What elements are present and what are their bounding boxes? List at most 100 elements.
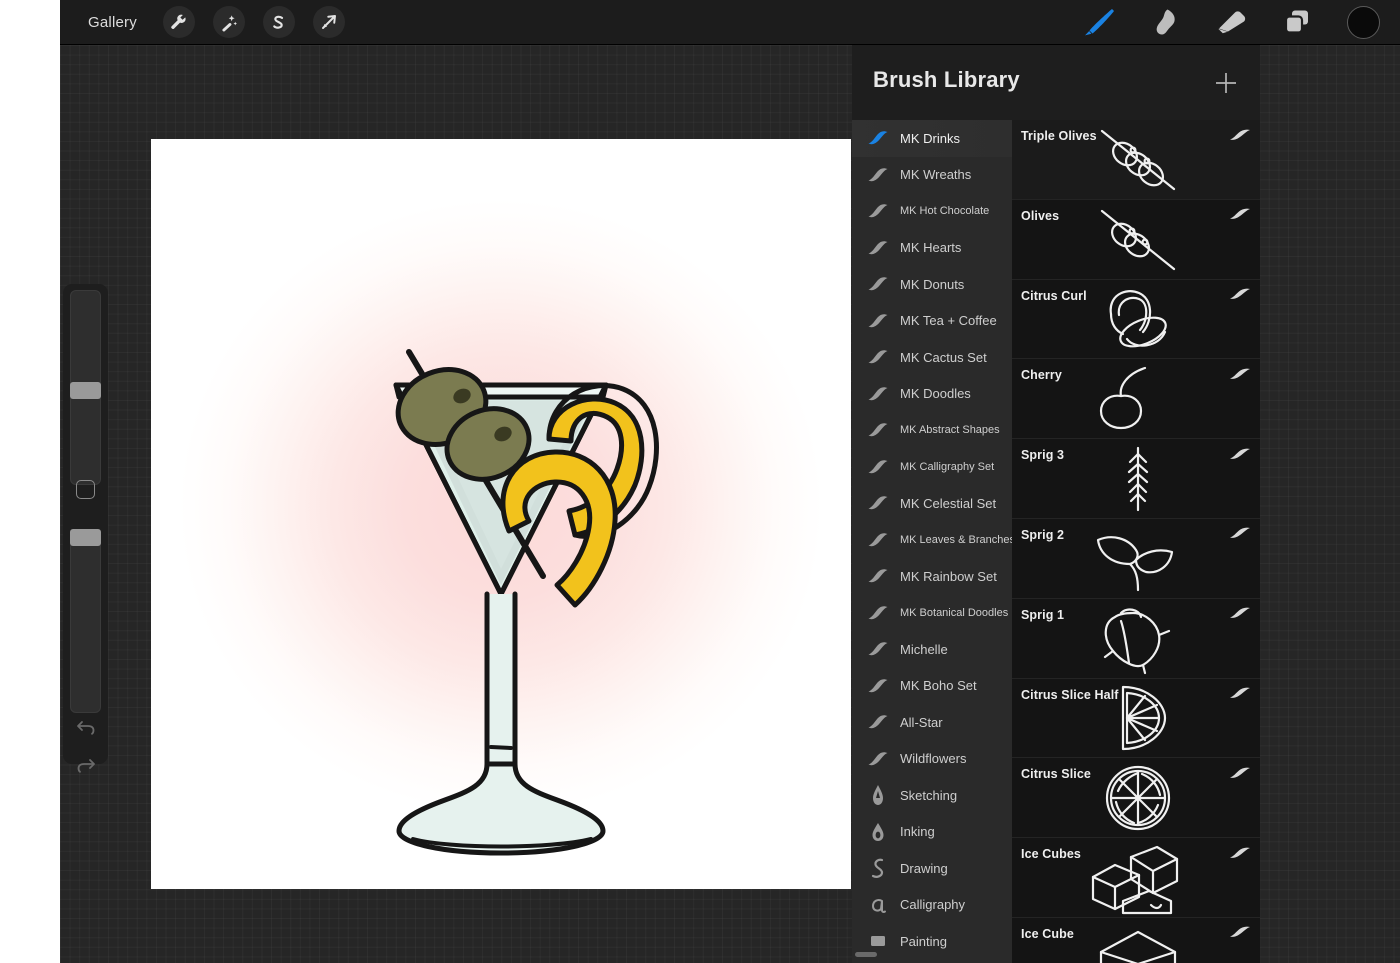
procreate-app-window: Gallery Brush Library MK Drinks MK Wreat…: [60, 0, 1400, 963]
brush-set-item[interactable]: Wildflowers: [852, 741, 1012, 778]
martini-illustration: [393, 349, 659, 856]
arrow-glyph: [321, 15, 336, 29]
brush-stroke-icon: [1227, 844, 1253, 860]
brush-set-item[interactable]: MK Wreaths: [852, 157, 1012, 194]
brush-set-item[interactable]: All-Star: [852, 704, 1012, 741]
brush-stroke-icon: [862, 201, 894, 221]
brush-library-header: Brush Library: [852, 45, 1260, 120]
brush-item[interactable]: Citrus Slice Half: [1012, 679, 1260, 759]
brush-set-item[interactable]: MK Cactus Set: [852, 339, 1012, 376]
brush-stroke-icon: [862, 347, 894, 367]
smudge-icon[interactable]: [1143, 4, 1187, 40]
brush-stroke-icon: [1227, 365, 1253, 381]
brush-set-item[interactable]: MK Hearts: [852, 230, 1012, 267]
brush-preview-sprig3: [1070, 439, 1205, 519]
set-list-scrollbar[interactable]: [855, 952, 877, 957]
brush-set-list[interactable]: MK Drinks MK Wreaths MK Hot Chocolate MK…: [852, 120, 1012, 963]
brush-set-item[interactable]: MK Rainbow Set: [852, 558, 1012, 595]
eraser-icon[interactable]: [1209, 4, 1253, 40]
brush-preview-triple-olives: [1070, 120, 1205, 200]
brush-stroke-icon: [862, 603, 894, 623]
brush-stroke-icon: [862, 639, 894, 659]
brush-set-label: MK Abstract Shapes: [900, 424, 1000, 437]
brush-set-item[interactable]: MK Boho Set: [852, 668, 1012, 705]
brush-set-item[interactable]: Sketching: [852, 777, 1012, 814]
brush-set-label: Sketching: [900, 787, 958, 803]
brush-set-item[interactable]: MK Doodles: [852, 376, 1012, 413]
s-selection-glyph: [273, 15, 284, 29]
opacity-thumb[interactable]: [70, 529, 101, 546]
brush-set-item[interactable]: MK Hot Chocolate: [852, 193, 1012, 230]
adjustments-wand-icon[interactable]: [212, 6, 245, 38]
brush-set-label: MK Boho Set: [900, 678, 977, 694]
brush-set-label: MK Hot Chocolate: [900, 205, 990, 218]
brush-set-label: Wildflowers: [900, 751, 967, 767]
brush-item[interactable]: Ice Cubes: [1012, 838, 1260, 918]
brush-glyph: [1085, 9, 1114, 36]
brush-set-item[interactable]: MK Leaves & Branches: [852, 522, 1012, 559]
brush-set-item[interactable]: Michelle: [852, 631, 1012, 668]
layers-icon[interactable]: [1275, 4, 1319, 40]
brush-item[interactable]: Cherry: [1012, 359, 1260, 440]
brush-item[interactable]: Sprig 3: [1012, 439, 1260, 519]
actions-wrench-icon[interactable]: [162, 6, 195, 38]
brush-stroke-icon: [1227, 605, 1253, 621]
brush-stroke-icon: [1227, 764, 1253, 780]
brush-set-label: MK Donuts: [900, 276, 965, 292]
brush-set-item[interactable]: MK Abstract Shapes: [852, 412, 1012, 449]
brush-stroke-icon: [862, 712, 894, 732]
paint-brush-icon[interactable]: [1077, 4, 1121, 40]
brush-stroke-icon: [862, 384, 894, 404]
brush-item[interactable]: Olives: [1012, 200, 1260, 280]
eraser-glyph: [1218, 11, 1246, 34]
redo-button[interactable]: [63, 746, 108, 784]
brush-item-label: Sprig 3: [1021, 448, 1065, 463]
brush-item[interactable]: Ice Cube: [1012, 918, 1260, 963]
brush-library-panel: Brush Library MK Drinks MK Wreaths MK Ho…: [852, 45, 1260, 963]
brush-item-list[interactable]: Triple Olives Olives Citrus Curl Cherry …: [1012, 120, 1260, 963]
brush-set-item[interactable]: MK Celestial Set: [852, 485, 1012, 522]
magic-wand-glyph: [222, 14, 238, 31]
gallery-button[interactable]: Gallery: [80, 9, 145, 36]
brush-set-label: MK Rainbow Set: [900, 568, 997, 584]
brush-item-label: Olives: [1021, 208, 1060, 223]
brush-preview-ice-cubes: [1070, 838, 1205, 918]
brush-set-label: MK Tea + Coffee: [900, 313, 997, 329]
selection-icon[interactable]: [262, 6, 295, 38]
brush-set-item[interactable]: MK Tea + Coffee: [852, 303, 1012, 340]
brush-item[interactable]: Citrus Slice: [1012, 758, 1260, 839]
brush-set-item[interactable]: MK Drinks: [852, 120, 1012, 157]
brush-stroke-icon: [862, 676, 894, 696]
brush-item[interactable]: Sprig 2: [1012, 519, 1260, 599]
brush-item-label: Cherry: [1021, 368, 1062, 383]
brush-set-label: MK Wreaths: [900, 167, 972, 183]
brush-stroke-icon: [1227, 286, 1253, 302]
brush-stroke-icon: [862, 566, 894, 586]
add-brush-set-button[interactable]: [1210, 67, 1242, 99]
undo-button[interactable]: [63, 708, 108, 746]
brush-size-thumb[interactable]: [70, 382, 101, 399]
modify-button[interactable]: [76, 480, 95, 499]
ink-drop-icon: [862, 822, 894, 842]
brush-set-item[interactable]: Calligraphy: [852, 887, 1012, 924]
brush-stroke-icon: [1227, 685, 1253, 701]
brush-set-item[interactable]: Drawing: [852, 850, 1012, 887]
brush-sidebar[interactable]: [63, 284, 108, 773]
brush-stroke-icon: [862, 457, 894, 477]
brush-set-item[interactable]: MK Calligraphy Set: [852, 449, 1012, 486]
brush-item[interactable]: Triple Olives: [1012, 120, 1260, 200]
transform-arrow-icon[interactable]: [312, 6, 345, 38]
brush-item[interactable]: Sprig 1: [1012, 599, 1260, 679]
brush-set-label: MK Drinks: [900, 130, 960, 146]
brush-stroke-icon: [1227, 525, 1253, 541]
smudge-glyph: [1156, 9, 1175, 35]
artwork-canvas[interactable]: [151, 139, 851, 889]
brush-item-label: Sprig 2: [1021, 527, 1065, 542]
brush-set-item[interactable]: MK Donuts: [852, 266, 1012, 303]
brush-item[interactable]: Citrus Curl: [1012, 280, 1260, 360]
color-swatch-button[interactable]: [1347, 5, 1380, 39]
brush-set-item[interactable]: MK Botanical Doodles: [852, 595, 1012, 632]
brush-stroke-icon: [862, 749, 894, 769]
brush-set-item[interactable]: Inking: [852, 814, 1012, 851]
opacity-slider[interactable]: [70, 531, 101, 713]
